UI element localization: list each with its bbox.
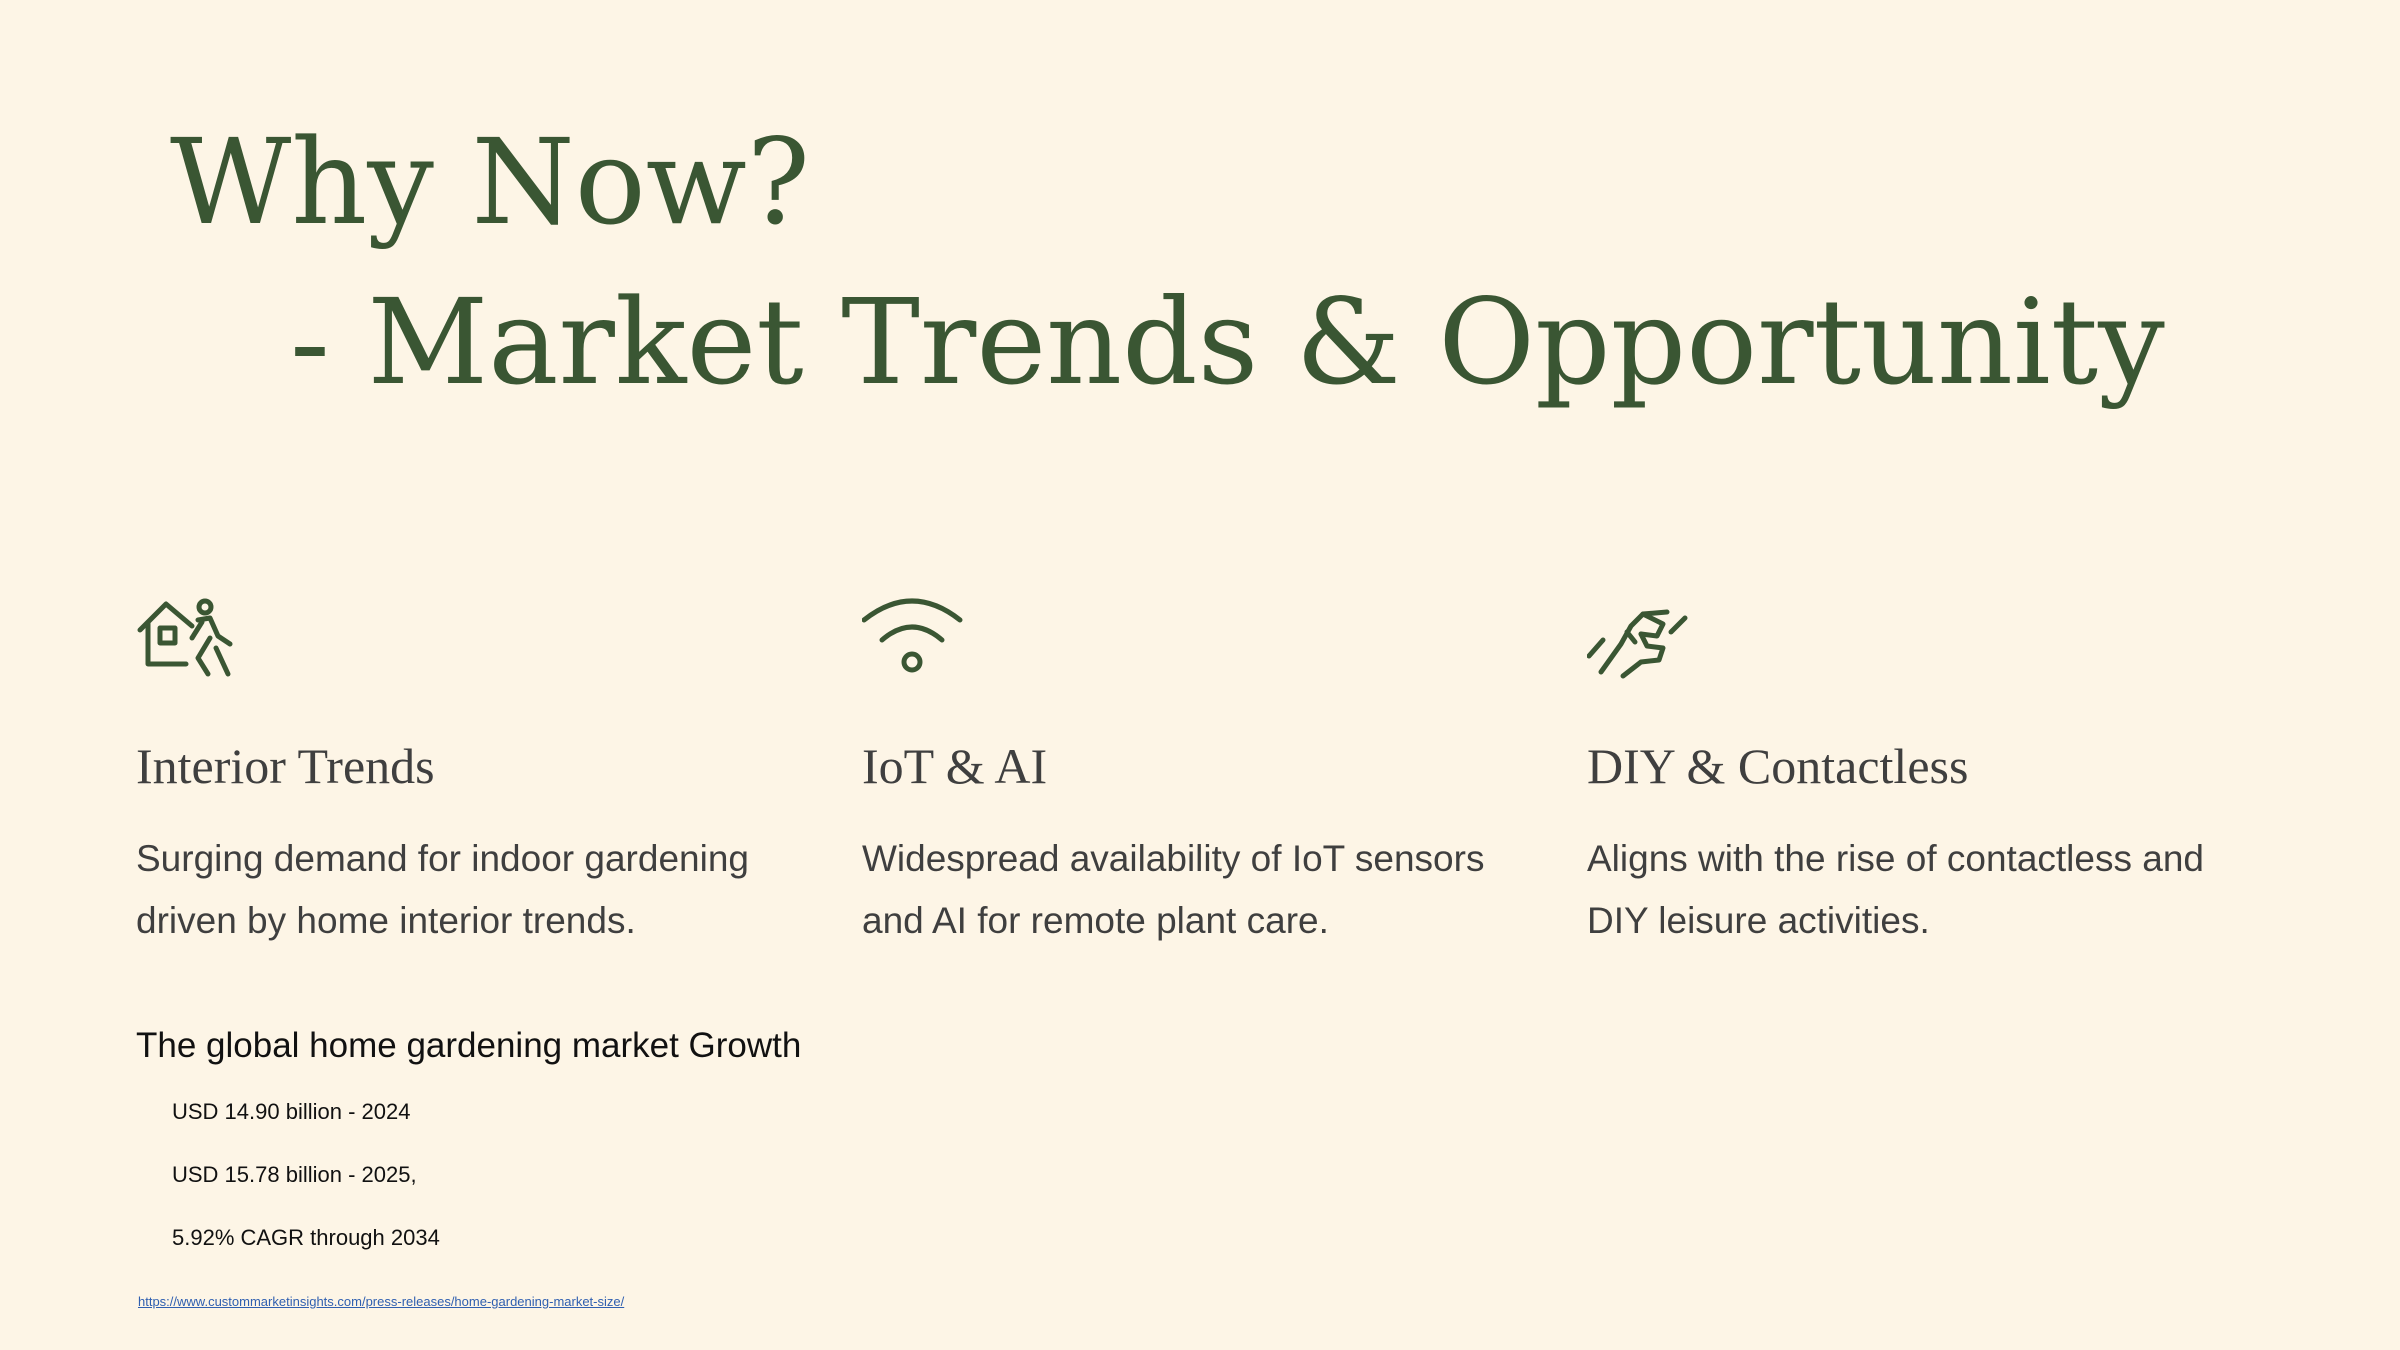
column-heading: Interior Trends bbox=[136, 738, 435, 794]
slide-title: Why Now? bbox=[170, 113, 811, 251]
column-heading: IoT & AI bbox=[862, 738, 1048, 794]
column-heading: DIY & Contactless bbox=[1587, 738, 1969, 794]
market-growth-list: USD 14.90 billion - 2024 USD 15.78 billi… bbox=[172, 1095, 440, 1284]
trend-column-iot-ai: IoT & AI Widespread availability of IoT … bbox=[862, 596, 1542, 941]
column-description: Surging demand for indoor gardening driv… bbox=[136, 838, 749, 941]
slide-subtitle: - Market Trends & Opportunity bbox=[290, 273, 2165, 411]
trend-column-diy-contactless: DIY & Contactless Aligns with the rise o… bbox=[1587, 596, 2267, 941]
wifi-icon bbox=[862, 596, 1542, 684]
handshake-icon bbox=[1587, 596, 2267, 684]
list-item: USD 15.78 billion - 2025, bbox=[172, 1162, 417, 1187]
home-person-walking-icon bbox=[136, 596, 816, 684]
trend-column-interior: Interior Trends Surging demand for indoo… bbox=[136, 596, 816, 941]
column-description: Widespread availability of IoT sensors a… bbox=[862, 838, 1485, 941]
source-link[interactable]: https://www.custommarketinsights.com/pre… bbox=[138, 1292, 624, 1312]
list-item: 5.92% CAGR through 2034 bbox=[172, 1225, 440, 1250]
list-item: USD 14.90 billion - 2024 bbox=[172, 1099, 411, 1124]
column-description: Aligns with the rise of contactless and … bbox=[1587, 838, 2204, 941]
market-growth-heading: The global home gardening market Growth bbox=[136, 1026, 802, 1065]
